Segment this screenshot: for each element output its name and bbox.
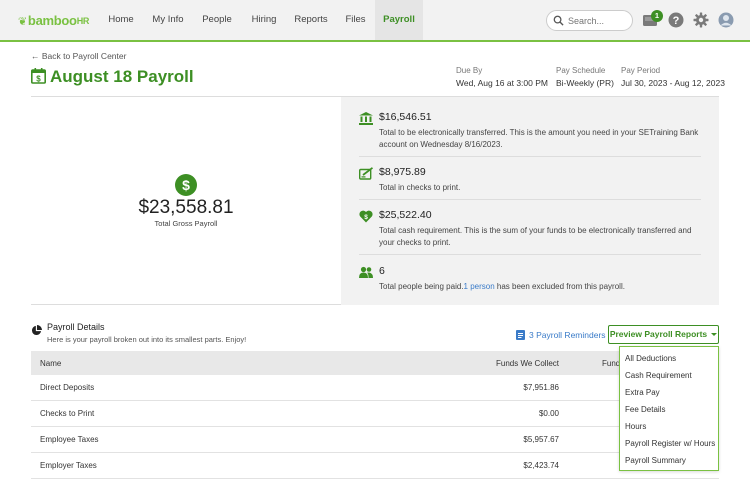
pay-schedule: Pay Schedule Bi-Weekly (PR) [556,66,614,88]
payroll-details-table: Name Funds We Collect Fund Direct Deposi… [31,351,719,479]
summary-item-cash-requirement: $ $25,522.40 Total cash requirement. Thi… [359,209,701,255]
svg-text:?: ? [673,15,680,27]
payroll-summary: $ $23,558.81 Total Gross Payroll $16,546… [31,96,719,305]
excluded-person-link[interactable]: 1 person [464,282,495,291]
column-header-name[interactable]: Name [40,359,61,368]
people-icon [359,266,373,278]
gross-payroll-panel: $ $23,558.81 Total Gross Payroll [31,97,341,305]
table-row: Direct Deposits $7,951.86 [31,375,719,401]
search-icon [553,15,564,26]
table-row: Employer Taxes $2,423.74 [31,453,719,479]
summary-item-checks-to-print: $8,975.89 Total in checks to print. [359,166,701,200]
pie-chart-icon [31,325,42,336]
pay-period: Pay Period Jul 30, 2023 - Aug 12, 2023 [621,66,725,88]
nav-people[interactable]: People [192,0,242,40]
preview-payroll-reports-button[interactable]: Preview Payroll Reports [608,325,719,344]
table-header: Name Funds We Collect Fund [31,351,719,375]
menu-item-extra-pay[interactable]: Extra Pay [625,388,660,397]
nav-hiring[interactable]: Hiring [242,0,286,40]
menu-item-payroll-summary[interactable]: Payroll Summary [625,456,686,465]
caret-down-icon [711,333,718,336]
calendar-dollar-icon: $ [31,68,46,84]
search-box[interactable] [546,10,633,31]
top-navigation: ❦bambooHR Home My Info People Hiring Rep… [0,0,750,42]
summary-details-panel: $16,546.51 Total to be electronically tr… [341,97,719,305]
gross-payroll-amount: $23,558.81 [138,197,234,218]
svg-text:$: $ [364,214,368,221]
payroll-reminders-link[interactable]: 3 Payroll Reminders [516,329,606,340]
summary-item-electronic-transfer: $16,546.51 Total to be electronically tr… [359,111,701,157]
nav-my-info[interactable]: My Info [144,0,192,40]
back-to-payroll-center-link[interactable]: ← Back to Payroll Center [31,51,126,61]
notification-badge: 1 [651,10,663,22]
nav-payroll[interactable]: Payroll [375,0,423,40]
nav-home[interactable]: Home [98,0,144,40]
svg-text:$: $ [36,74,41,83]
clipboard-icon [516,330,525,340]
menu-item-fee-details[interactable]: Fee Details [625,405,665,414]
summary-item-people-paid: 6 Total people being paid.1 person has b… [359,265,701,301]
page-title: August 18 Payroll [50,67,194,86]
menu-item-all-deductions[interactable]: All Deductions [625,354,676,363]
menu-item-payroll-register-hours[interactable]: Payroll Register w/ Hours [625,439,715,448]
gross-payroll-label: Total Gross Payroll [154,219,218,228]
search-input[interactable] [568,14,628,28]
table-row: Employee Taxes $5,957.67 [31,427,719,453]
menu-item-cash-requirement[interactable]: Cash Requirement [625,371,692,380]
column-header-funds[interactable]: Fund [602,359,620,368]
column-header-funds-we-collect[interactable]: Funds We Collect [496,359,559,368]
table-row: Checks to Print $0.00 [31,401,719,427]
help-icon[interactable]: ? [668,12,684,28]
payroll-details-subtitle: Here is your payroll broken out into its… [47,335,247,344]
gear-icon[interactable] [693,12,709,28]
menu-item-hours[interactable]: Hours [625,422,646,431]
nav-reports[interactable]: Reports [286,0,336,40]
bank-icon [359,112,373,125]
bamboohr-logo[interactable]: ❦bambooHR [18,13,89,28]
dollar-circle-icon: $ [175,174,197,196]
avatar[interactable] [718,12,734,28]
heart-dollar-icon: $ [359,210,373,223]
due-by: Due By Wed, Aug 16 at 3:00 PM [456,66,548,88]
nav-files[interactable]: Files [336,0,375,40]
preview-reports-dropdown: All Deductions Cash Requirement Extra Pa… [619,346,719,471]
check-print-icon [359,167,373,180]
payroll-details-title: Payroll Details [47,322,105,332]
